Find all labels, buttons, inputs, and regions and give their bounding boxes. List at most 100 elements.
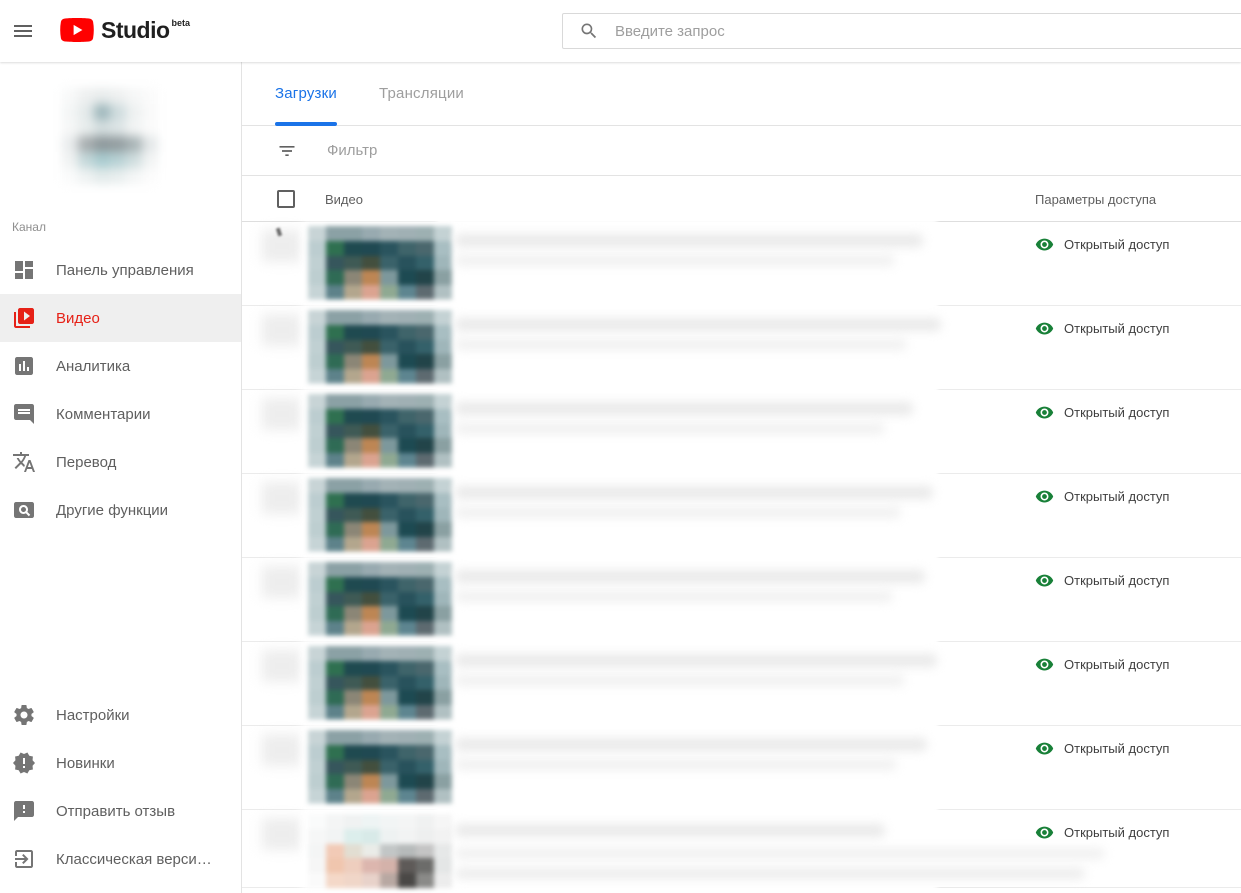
video-row[interactable]: Открытый доступ [242, 638, 1241, 730]
comments-icon [12, 402, 36, 426]
filter-icon [277, 141, 297, 161]
video-title-blur [455, 570, 925, 583]
video-thumbnail[interactable] [308, 730, 452, 804]
video-thumbnail[interactable] [308, 562, 452, 636]
column-header-access: Параметры доступа [1035, 192, 1157, 207]
video-row[interactable]: Открытый доступ [242, 554, 1241, 646]
sidebar-item-label: Аналитика [56, 357, 131, 375]
sidebar-item-comments[interactable]: Комментарии [0, 390, 241, 438]
sidebar-item-label: Классическая верси… [56, 850, 212, 868]
video-thumbnail[interactable] [308, 394, 452, 468]
studio-logo[interactable]: Studio beta [60, 18, 190, 42]
video-title-blur [455, 591, 893, 602]
video-row[interactable]: Открытый доступ [242, 386, 1241, 478]
exit-icon [12, 847, 36, 871]
video-thumbnail[interactable] [308, 226, 452, 300]
video-row[interactable]: Открытый доступ [242, 470, 1241, 562]
sidebar-item-classic-version[interactable]: Классическая верси… [0, 835, 241, 883]
visibility-eye-icon [1035, 571, 1054, 590]
row-checkbox-blur [262, 734, 302, 766]
access-status[interactable]: Открытый доступ [1035, 739, 1169, 758]
filter-input[interactable] [327, 142, 1241, 159]
visibility-eye-icon [1035, 739, 1054, 758]
video-table-body: Открытый доступ Открытый доступ Открытый… [242, 218, 1241, 893]
video-thumbnail[interactable] [308, 814, 452, 888]
video-row[interactable]: Открытый доступ [242, 218, 1241, 310]
video-title-blur [455, 654, 937, 667]
other-features-icon [12, 498, 36, 522]
video-title-blur [455, 848, 1105, 859]
sidebar-item-label: Перевод [56, 453, 117, 471]
visibility-eye-icon [1035, 319, 1054, 338]
video-title-blur [455, 486, 933, 499]
search-icon [579, 21, 599, 41]
sidebar-item-other-features[interactable]: Другие функции [0, 486, 241, 534]
whats-new-icon [12, 751, 36, 775]
video-title-blur [455, 824, 885, 837]
topbar: Studio beta [0, 0, 1241, 62]
video-thumbnail[interactable] [308, 646, 452, 720]
video-thumbnail[interactable] [308, 478, 452, 552]
youtube-logo-icon [60, 18, 94, 42]
video-title-blur [455, 738, 927, 751]
access-status[interactable]: Открытый доступ [1035, 571, 1169, 590]
video-thumbnail[interactable] [308, 310, 452, 384]
settings-icon [12, 703, 36, 727]
search-input[interactable] [615, 22, 1241, 40]
access-status[interactable]: Открытый доступ [1035, 319, 1169, 338]
main-content: Загрузки Трансляции Видео Параметры досту… [242, 62, 1241, 893]
access-status-label: Открытый доступ [1064, 489, 1170, 504]
sidebar-item-dashboard[interactable]: Панель управления [0, 246, 241, 294]
sidebar-footer-nav: Настройки Новинки Отправить отзыв Класси… [0, 691, 241, 883]
access-status[interactable]: Открытый доступ [1035, 487, 1169, 506]
select-all-checkbox[interactable] [277, 190, 295, 208]
sidebar-item-label: Видео [56, 309, 100, 327]
video-row[interactable]: Открытый доступ [242, 722, 1241, 814]
access-status[interactable]: Открытый доступ [1035, 235, 1169, 254]
sidebar: Канал Панель управления Видео Аналитика … [0, 62, 242, 893]
video-title-blur [455, 507, 901, 518]
video-title-blur [455, 402, 913, 415]
sidebar-item-videos[interactable]: Видео [0, 294, 241, 342]
video-title-blur [455, 318, 941, 331]
sidebar-item-label: Панель управления [56, 261, 194, 279]
sidebar-item-whats-new[interactable]: Новинки [0, 739, 241, 787]
hamburger-icon [14, 25, 32, 37]
channel-avatar[interactable] [62, 88, 158, 184]
sidebar-item-label: Настройки [56, 706, 130, 724]
feedback-icon [12, 799, 36, 823]
access-status[interactable]: Открытый доступ [1035, 403, 1169, 422]
row-checkbox-blur [262, 566, 302, 598]
video-row[interactable]: Открытый доступ [242, 302, 1241, 394]
row-checkbox-blur [262, 314, 302, 346]
sidebar-nav: Панель управления Видео Аналитика Коммен… [0, 246, 241, 534]
logo-beta-badge: beta [171, 18, 191, 28]
access-status-label: Открытый доступ [1064, 573, 1170, 588]
sidebar-item-translations[interactable]: Перевод [0, 438, 241, 486]
video-title-blur [455, 759, 897, 770]
access-status[interactable]: Открытый доступ [1035, 823, 1169, 842]
menu-button[interactable] [11, 19, 35, 43]
analytics-icon [12, 354, 36, 378]
sidebar-item-label: Комментарии [56, 405, 151, 423]
visibility-eye-icon [1035, 487, 1054, 506]
tab-uploads[interactable]: Загрузки [275, 62, 337, 126]
translate-icon [12, 450, 36, 474]
sidebar-item-label: Новинки [56, 754, 115, 772]
sidebar-item-analytics[interactable]: Аналитика [0, 342, 241, 390]
sidebar-item-settings[interactable]: Настройки [0, 691, 241, 739]
visibility-eye-icon [1035, 655, 1054, 674]
row-checkbox-blur [262, 482, 302, 514]
search-box[interactable] [562, 13, 1241, 49]
visibility-eye-icon [1035, 403, 1054, 422]
access-status[interactable]: Открытый доступ [1035, 655, 1169, 674]
dashboard-icon [12, 258, 36, 282]
tab-streams[interactable]: Трансляции [379, 62, 464, 125]
video-row[interactable]: Открытый доступ [242, 806, 1241, 893]
sidebar-item-send-feedback[interactable]: Отправить отзыв [0, 787, 241, 835]
sidebar-item-label: Отправить отзыв [56, 802, 176, 820]
access-status-label: Открытый доступ [1064, 741, 1170, 756]
logo-text: Studio [101, 17, 170, 43]
video-title-blur [455, 868, 1085, 879]
sidebar-item-label: Другие функции [56, 501, 169, 519]
